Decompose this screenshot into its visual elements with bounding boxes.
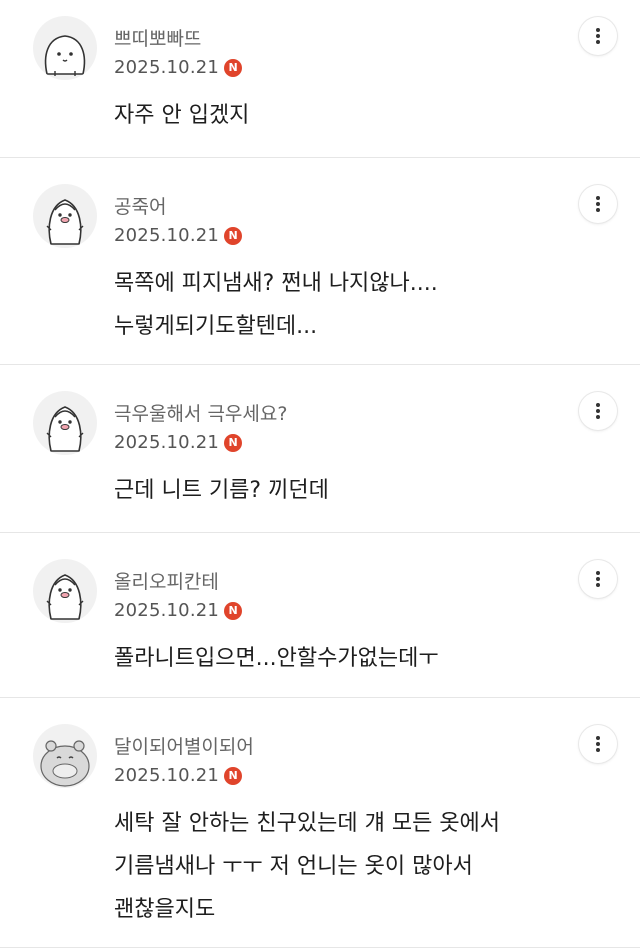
comment-meta: 2025.10.21 N [114,765,243,786]
comment-body: 세탁 잘 안하는 친구있는데 걔 모든 옷에서 기름냄새나 ㅜㅜ 저 언니는 옷… [114,811,501,922]
comment-list: 쁘띠뽀빠뜨 2025.10.21 N 자주 안 입겠지 공죽어 2025.10.… [0,0,640,948]
penguin-avatar[interactable] [33,184,97,248]
comment-item: 공죽어 2025.10.21 N 목쪽에 피지냄새? 쩐내 나지않나.... 누… [0,158,640,365]
new-badge: N [224,766,243,785]
more-options-button[interactable] [579,560,617,598]
comment-body: 자주 안 입겠지 [114,103,250,128]
comment-item: 극우울해서 극우세요? 2025.10.21 N 근데 니트 기름? 끼던데 [0,365,640,533]
vertical-dots-icon [596,736,600,752]
comment-date: 2025.10.21 [114,57,220,78]
comment-date: 2025.10.21 [114,432,220,453]
comment-body: 폴라니트입으면...안할수가없는데ㅜ [114,646,439,671]
comment-nickname[interactable]: 올리오피칸테 [114,567,219,594]
new-badge: N [224,226,243,245]
comment-nickname[interactable]: 공죽어 [114,192,166,219]
vertical-dots-icon [596,28,600,44]
vertical-dots-icon [596,571,600,587]
penguin-avatar[interactable] [33,391,97,455]
comment-item: 쁘띠뽀빠뜨 2025.10.21 N 자주 안 입겠지 [0,0,640,158]
more-options-button[interactable] [579,725,617,763]
hippo-avatar[interactable] [33,724,97,788]
comment-body: 목쪽에 피지냄새? 쩐내 나지않나.... 누렇게되기도할텐데... [114,271,438,339]
comment-meta: 2025.10.21 N [114,57,243,78]
comment-date: 2025.10.21 [114,600,220,621]
new-badge: N [224,601,243,620]
comment-nickname[interactable]: 극우울해서 극우세요? [114,399,287,426]
blob-face-avatar[interactable] [33,16,97,80]
more-options-button[interactable] [579,392,617,430]
comment-meta: 2025.10.21 N [114,225,243,246]
vertical-dots-icon [596,196,600,212]
new-badge: N [224,433,243,452]
penguin-avatar[interactable] [33,559,97,623]
more-options-button[interactable] [579,185,617,223]
comment-date: 2025.10.21 [114,225,220,246]
comment-date: 2025.10.21 [114,765,220,786]
comment-item: 달이되어별이되어 2025.10.21 N 세탁 잘 안하는 친구있는데 걔 모… [0,698,640,948]
vertical-dots-icon [596,403,600,419]
comment-meta: 2025.10.21 N [114,432,243,453]
comment-meta: 2025.10.21 N [114,600,243,621]
comment-body: 근데 니트 기름? 끼던데 [114,478,329,503]
comment-nickname[interactable]: 쁘띠뽀빠뜨 [114,24,201,51]
comment-nickname[interactable]: 달이되어별이되어 [114,732,254,759]
new-badge: N [224,58,243,77]
comment-item: 올리오피칸테 2025.10.21 N 폴라니트입으면...안할수가없는데ㅜ [0,533,640,698]
more-options-button[interactable] [579,17,617,55]
